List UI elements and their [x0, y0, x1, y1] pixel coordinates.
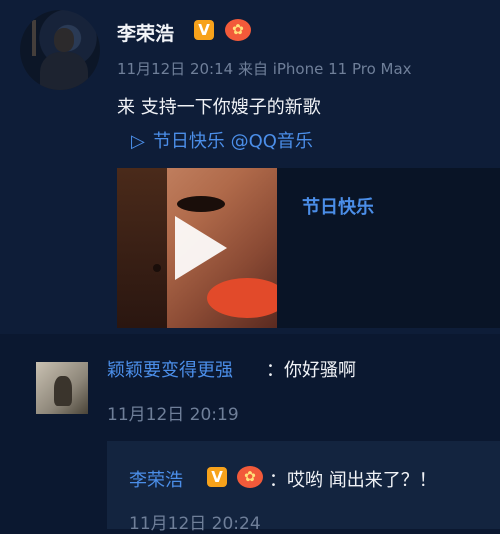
song-link[interactable]: ▷ 节日快乐 @QQ音乐 — [131, 127, 313, 153]
cover-lip — [207, 278, 277, 318]
play-icon[interactable] — [175, 216, 227, 280]
reply-time: 11月12日 20:24 — [129, 514, 261, 534]
rank-badge-icon: ✿ — [237, 466, 263, 488]
rank-badge-icon: ✿ — [225, 19, 251, 41]
avatar-head — [54, 28, 74, 52]
weibo-post: 李荣浩 V ✿ 11月12日 20:14 来自 iPhone 11 Pro Ma… — [0, 0, 500, 334]
post-content: 来 支持一下你嫂子的新歌 — [117, 97, 321, 118]
reply-author-name[interactable]: 李荣浩 — [129, 466, 183, 492]
music-card[interactable]: 节日快乐 — [117, 168, 500, 328]
card-title[interactable]: 节日快乐 — [302, 193, 374, 219]
comment-text: ：你好骚啊 — [266, 360, 356, 381]
author-name[interactable]: 李荣浩 — [117, 19, 174, 46]
song-link-label: 节日快乐 @QQ音乐 — [152, 131, 313, 152]
author-avatar[interactable] — [20, 10, 100, 90]
reply-text: ：哎哟 闻出来了？！ — [269, 470, 437, 491]
play-outline-icon: ▷ — [131, 131, 145, 152]
album-cover[interactable] — [117, 168, 277, 328]
verified-badge-icon: V — [207, 467, 227, 487]
comment-time: 11月12日 20:19 — [107, 405, 239, 425]
cover-mole — [153, 264, 161, 272]
cover-eye — [177, 196, 225, 212]
verified-badge-icon: V — [194, 20, 214, 40]
post-meta: 11月12日 20:14 来自 iPhone 11 Pro Max — [117, 60, 412, 78]
avatar-body — [40, 52, 88, 90]
cover-hair — [117, 168, 167, 328]
avatar-silhouette — [54, 376, 72, 406]
reply-box: 李荣浩 V ✿ ：哎哟 闻出来了？！ 11月12日 20:24 — [107, 441, 500, 534]
comment-section: 颖颖要变得更强 ：你好骚啊 11月12日 20:19 李荣浩 V ✿ ：哎哟 闻… — [0, 334, 500, 534]
commenter-name[interactable]: 颖颖要变得更强 — [107, 356, 233, 382]
avatar-background-tower — [32, 20, 36, 56]
commenter-avatar[interactable] — [36, 362, 88, 414]
